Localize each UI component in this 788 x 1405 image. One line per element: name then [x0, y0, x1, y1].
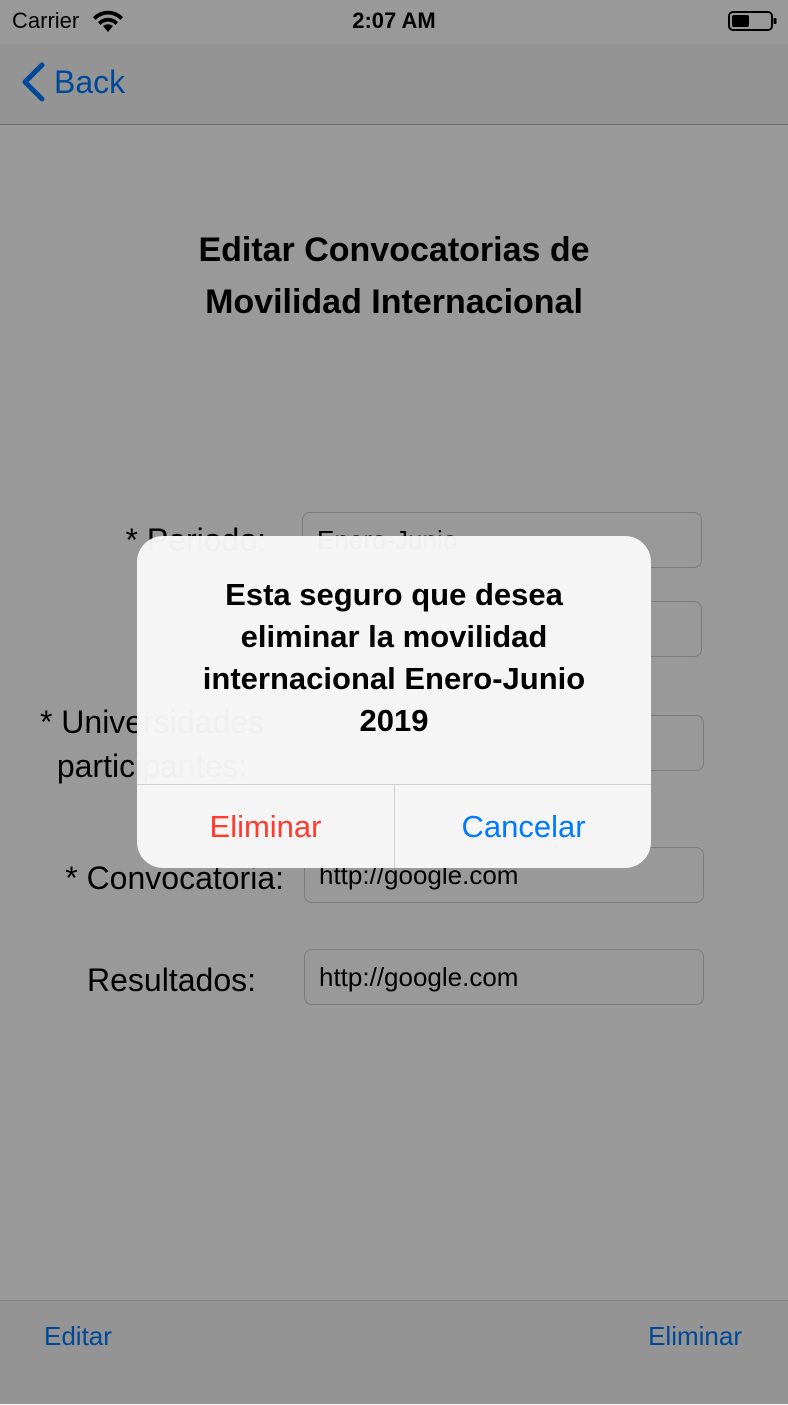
delete-confirmation-alert: Esta seguro que desea eliminar la movili… [137, 536, 651, 868]
alert-cancel-button[interactable]: Cancelar [395, 785, 651, 868]
alert-message: Esta seguro que desea eliminar la movili… [202, 577, 586, 738]
alert-delete-button[interactable]: Eliminar [137, 785, 394, 868]
